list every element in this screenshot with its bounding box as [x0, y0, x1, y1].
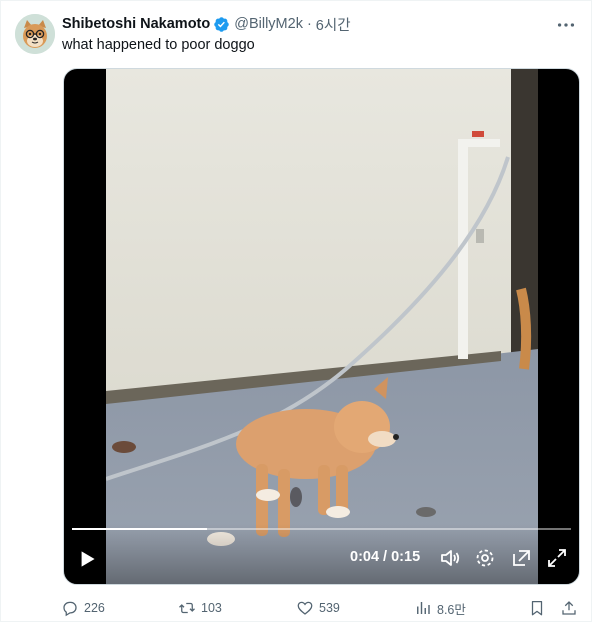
video-player[interactable]: 0:04 / 0:15 [63, 68, 580, 585]
tweet-actions: 226 103 539 8.6만 [61, 597, 583, 619]
dog-video-image [106, 69, 538, 584]
pip-icon[interactable] [510, 546, 534, 570]
share-button[interactable] [560, 597, 578, 619]
more-icon[interactable] [555, 14, 577, 36]
views-icon [417, 602, 430, 614]
share-icon [562, 601, 576, 615]
author-handle[interactable]: @BillyM2k [234, 16, 303, 32]
author-name[interactable]: Shibetoshi Nakamoto [62, 16, 210, 32]
retweet-icon [179, 602, 195, 614]
reply-icon [63, 601, 77, 617]
settings-icon[interactable] [473, 546, 497, 570]
verified-badge-icon [214, 16, 230, 32]
like-icon [297, 601, 313, 615]
tweet[interactable]: Shibetoshi Nakamoto @BillyM2k · 6시간 what… [0, 0, 592, 622]
view-count: 8.6만 [437, 602, 466, 617]
tweet-time[interactable]: 6시간 [316, 14, 351, 35]
video-progress-bar[interactable] [72, 528, 571, 530]
tweet-header: Shibetoshi Nakamoto @BillyM2k · 6시간 [62, 14, 351, 34]
retweet-button[interactable]: 103 [178, 597, 222, 619]
bookmark-button[interactable] [528, 597, 546, 619]
video-time: 0:04 / 0:15 [350, 549, 421, 565]
tweet-text: what happened to poor doggo [62, 37, 255, 53]
reply-count: 226 [84, 601, 105, 615]
fullscreen-icon[interactable] [545, 546, 569, 570]
reply-button[interactable]: 226 [61, 597, 105, 619]
separator-dot: · [306, 16, 312, 32]
video-controls: 0:04 / 0:15 [64, 524, 579, 584]
bookmark-icon [531, 600, 543, 616]
video-frame [106, 69, 538, 584]
video-progress-fill [72, 528, 207, 530]
avatar[interactable] [15, 14, 55, 54]
play-icon[interactable] [74, 546, 100, 572]
like-button[interactable]: 539 [296, 597, 340, 619]
doge-avatar-icon [15, 14, 55, 54]
views-button[interactable]: 8.6만 [414, 597, 466, 619]
like-count: 539 [319, 601, 340, 615]
retweet-count: 103 [201, 601, 222, 615]
volume-icon[interactable] [438, 546, 462, 570]
